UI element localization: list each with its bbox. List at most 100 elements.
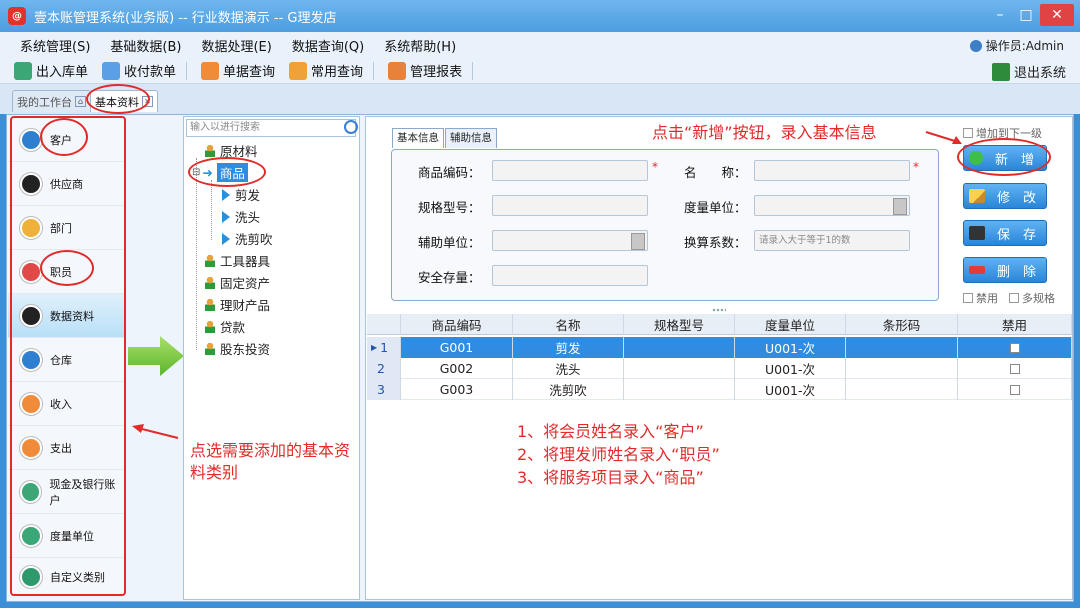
tree-node-goods[interactable]: ⊟ ➜ 商品 [192,163,248,182]
tab-workbench[interactable]: 我的工作台 ⌂ [12,90,91,112]
stock-button[interactable]: 出入库单 [14,61,88,80]
code-input[interactable] [492,160,648,181]
save-button[interactable]: 保 存 [963,220,1047,246]
tree-node-wash[interactable]: 洗头 [222,207,260,226]
disabled-checkbox-cell[interactable] [1009,363,1020,374]
menu-help[interactable]: 系统帮助(H) [384,36,456,55]
tab-auxiliary[interactable]: 辅助信息 [445,128,497,148]
document-query-button[interactable]: 单据查询 [201,61,275,80]
sidebar-item-department[interactable]: 部门 [8,206,124,250]
tab-bar: 我的工作台 ⌂ 基本资料 ✕ [0,84,1080,114]
multi-spec-checkbox[interactable]: 多规格 [1009,290,1055,306]
sidebar-item-label: 仓库 [50,353,72,367]
tree-node-financial-products[interactable]: 理财产品 [205,295,270,314]
plus-icon [969,151,983,165]
common-query-button[interactable]: 常用查询 [289,61,363,80]
item-icon [222,210,230,223]
column-header[interactable]: 度量单位 [735,314,846,335]
column-header[interactable]: 规格型号 [624,314,735,335]
add-next-level-label: 增加到下一级 [976,127,1042,140]
tree-node-shareholder-investment[interactable]: 股东投资 [205,339,270,358]
annotation-select-category-text: 点选需要添加的基本资料类别 [190,441,351,482]
add-next-level-checkbox[interactable]: 增加到下一级 [963,125,1042,141]
cell-name: 洗剪吹 [513,379,624,400]
menu-basic-data[interactable]: 基础数据(B) [110,36,181,55]
cell-disabled [958,379,1072,400]
row-number: 2 [367,358,401,379]
minimize-button[interactable]: – [988,4,1012,26]
checkbox-box [963,128,973,138]
table-row[interactable]: ▶ 1 G001 剪发 U001-次 [367,337,1072,358]
sidebar-item-custom-category[interactable]: 自定义类别 [8,558,124,596]
column-header[interactable]: 禁用 [958,314,1072,335]
disabled-label: 禁用 [976,292,998,305]
menu-system[interactable]: 系统管理(S) [20,36,90,55]
sidebar-item-warehouse[interactable]: 仓库 [8,338,124,382]
expense-icon [20,436,42,459]
tab-basic[interactable]: 基本信息 [392,128,444,148]
tree-node-haircut[interactable]: 剪发 [222,185,260,204]
sidebar-item-expense[interactable]: 支出 [8,426,124,470]
customer-icon [20,128,42,151]
refresh-icon[interactable] [344,120,358,134]
category-icon [205,144,215,157]
payment-label: 收付款单 [124,65,177,80]
menu-data-query[interactable]: 数据查询(Q) [292,36,364,55]
annotation-step-2: 2、将理发师姓名录入“职员” [517,445,720,464]
tree-node-raw-materials[interactable]: 原材料 [205,141,258,160]
tab-home-icon[interactable]: ⌂ [75,96,86,107]
edit-button[interactable]: 修 改 [963,183,1047,209]
toolbar-separator [472,61,474,80]
sidebar-item-unit[interactable]: 度量单位 [8,514,124,558]
tree-node-wash-cut-blow[interactable]: 洗剪吹 [222,229,273,248]
menu-data-processing[interactable]: 数据处理(E) [201,36,271,55]
exit-button[interactable]: 退出系统 [991,62,1066,81]
splitter-handle[interactable] [712,308,726,312]
ratio-input[interactable]: 请录入大于等于1的数 [754,230,910,251]
toolbar-separator [373,61,375,80]
column-header[interactable]: 条形码 [846,314,958,335]
sidebar-item-employee[interactable]: 职员 [8,250,124,294]
column-header[interactable]: 名称 [513,314,624,335]
tab-close-icon[interactable]: ✕ [142,96,153,107]
new-label: 新 增 [995,152,1035,168]
aux-unit-label: 辅助单位： [418,235,481,250]
column-header[interactable]: 商品编码 [401,314,513,335]
tree-node-loans[interactable]: 贷款 [205,317,245,336]
tree-node-fixed-assets[interactable]: 固定资产 [205,273,270,292]
sidebar-item-cash-bank[interactable]: 现金及银行账户 [8,470,124,514]
income-icon [20,392,42,415]
unit-select[interactable] [754,195,910,216]
disabled-checkbox-cell[interactable] [1009,384,1020,395]
data-icon [20,304,42,327]
cell-code: G003 [401,379,513,400]
tree-search-input[interactable]: 输入以进行搜索 [186,119,356,137]
table-header: 商品编码 名称 规格型号 度量单位 条形码 禁用 [367,314,1072,335]
sidebar-item-supplier[interactable]: 供应商 [8,162,124,206]
sidebar-item-customer[interactable]: 客户 [8,118,124,162]
sidebar-item-data[interactable]: 数据资料 [8,294,124,338]
table-row[interactable]: 3 G003 洗剪吹 U001-次 [367,379,1072,400]
table-row[interactable]: 2 G002 洗头 U001-次 [367,358,1072,379]
spec-input[interactable] [492,195,648,216]
tree-node-tools[interactable]: 工具器具 [205,251,270,270]
payment-button[interactable]: 收付款单 [102,61,176,80]
collapse-icon[interactable]: ⊟ [192,167,200,178]
maximize-button[interactable]: □ [1014,4,1038,26]
new-button[interactable]: 新 增 [963,145,1047,171]
report-button[interactable]: 管理报表 [388,61,462,80]
disabled-checkbox-cell[interactable] [1009,342,1020,353]
name-input[interactable] [754,160,910,181]
aux-unit-select[interactable] [492,230,648,251]
delete-button[interactable]: 删 除 [963,257,1047,283]
tree-node-label: 贷款 [220,320,246,335]
sidebar-item-income[interactable]: 收入 [8,382,124,426]
toolbar-separator [186,61,188,80]
safety-stock-input[interactable] [492,265,648,286]
menu-bar: 系统管理(S) 基础数据(B) 数据处理(E) 数据查询(Q) 系统帮助(H) … [0,32,1080,58]
disabled-checkbox[interactable]: 禁用 [963,290,998,306]
close-button[interactable]: ✕ [1040,4,1074,26]
cell-unit: U001-次 [735,337,846,358]
unit-label: 度量单位： [684,200,747,215]
tab-basic-info[interactable]: 基本资料 ✕ [90,90,158,112]
